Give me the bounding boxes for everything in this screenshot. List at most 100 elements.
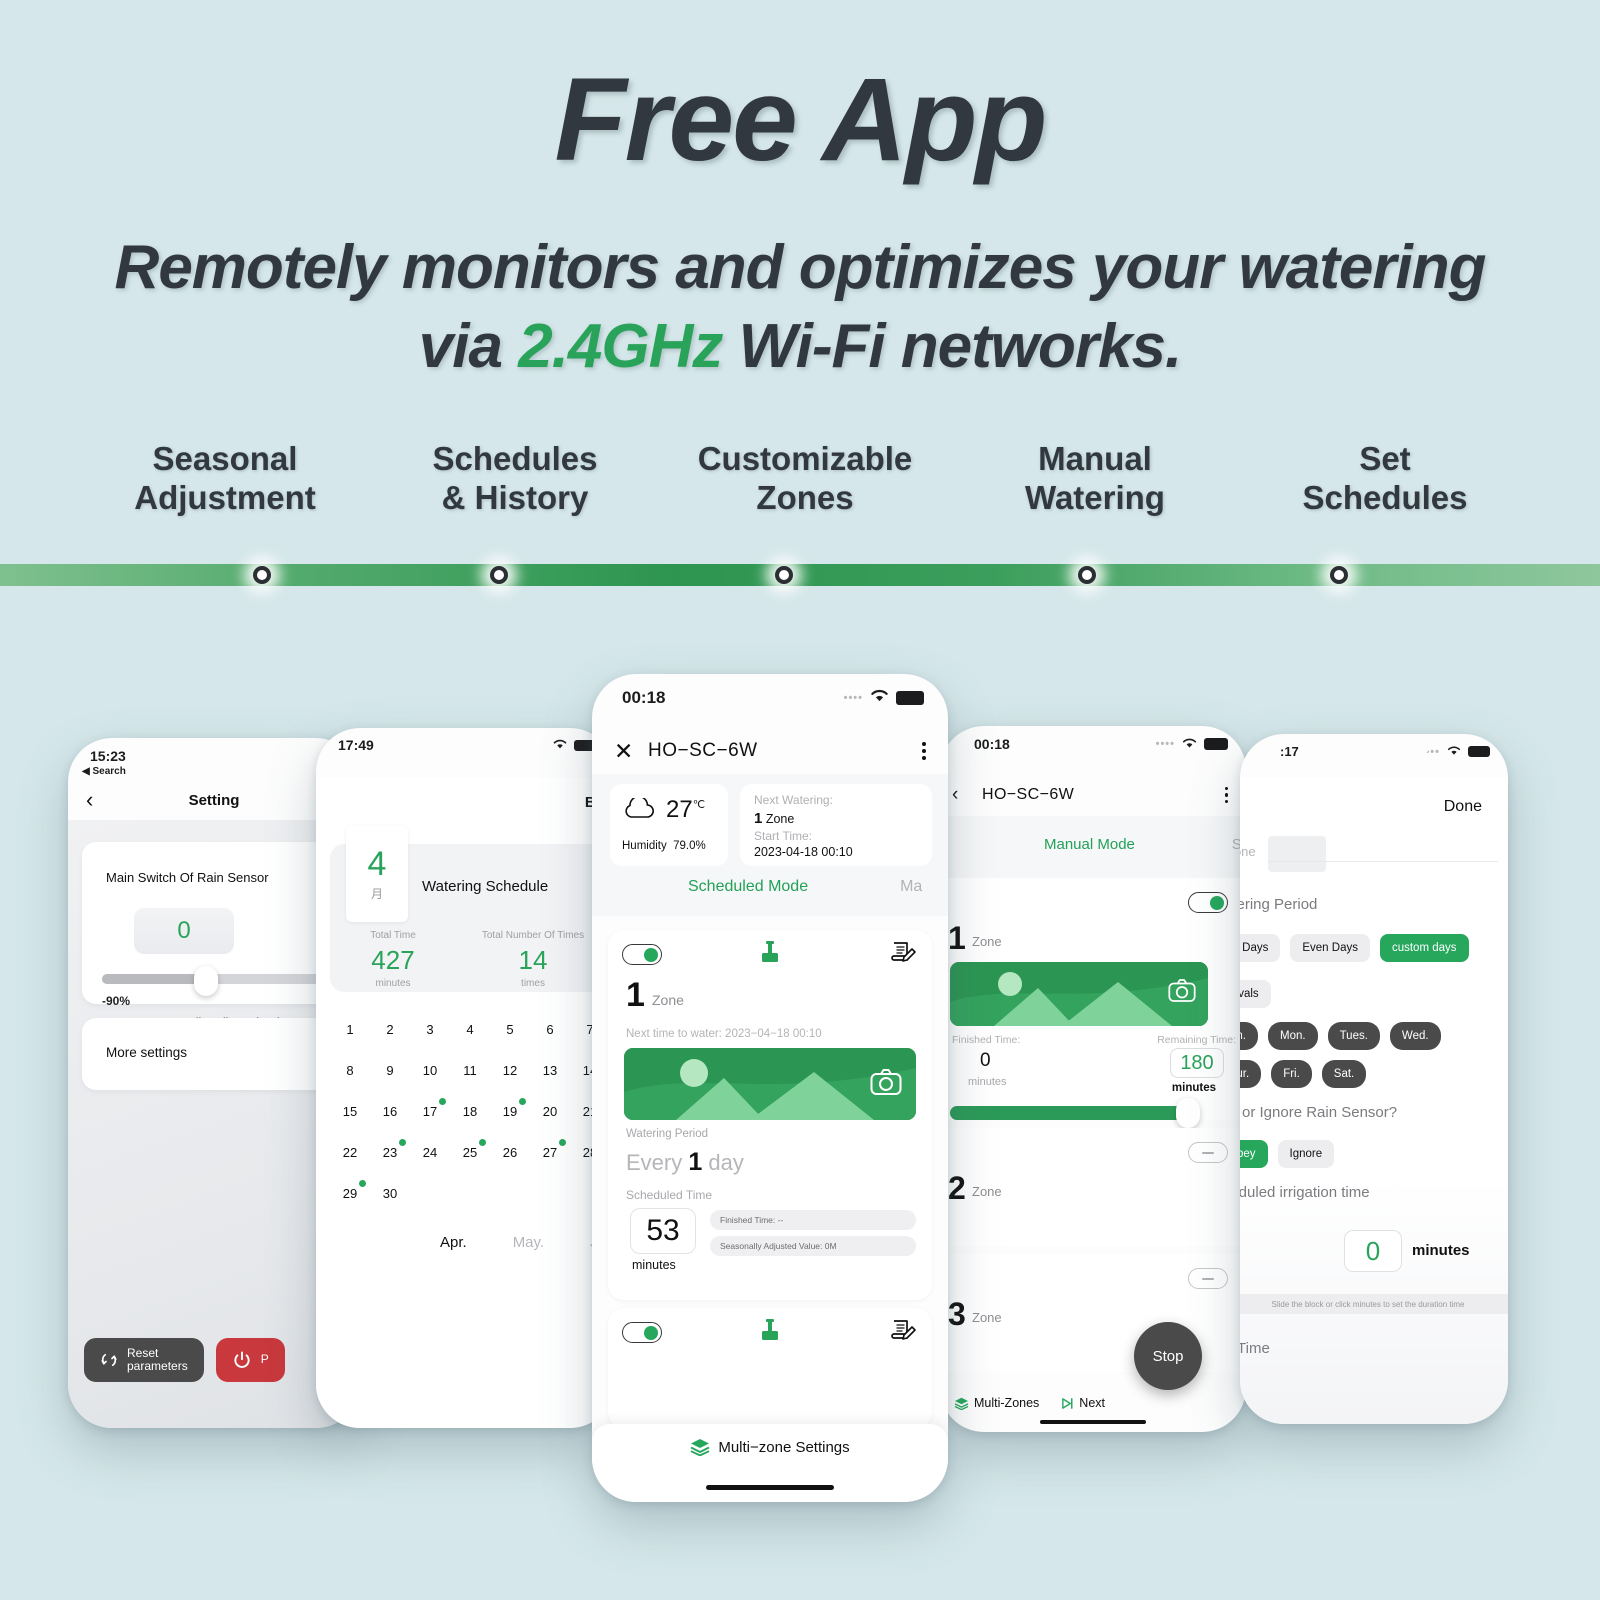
chip-weekday-tues[interactable]: Tues. <box>1327 1022 1380 1050</box>
mode-tabs[interactable]: Scheduled Mode Ma <box>592 878 948 896</box>
calendar-day[interactable]: 27 <box>530 1139 570 1166</box>
scheduled-time-label: Scheduled Time <box>626 1188 713 1202</box>
calendar-day[interactable]: 16 <box>370 1098 410 1125</box>
chip-even-days[interactable]: Even Days <box>1290 934 1370 962</box>
multi-zone-settings-button[interactable]: Multi−zone Settings <box>592 1438 948 1456</box>
weekday-row-1[interactable]: un. Mon. Tues. Wed. <box>1240 1022 1441 1050</box>
chip-custom-days[interactable]: custom days <box>1379 934 1469 962</box>
tab-manual-mode[interactable]: Manual Mode <box>1044 836 1135 853</box>
zone1-toggle[interactable] <box>1188 892 1228 913</box>
more-options-icon[interactable] <box>1224 786 1228 804</box>
weekday-row-2[interactable]: hur. Fri. Sat. <box>1240 1060 1367 1088</box>
calendar-day[interactable]: 13 <box>530 1057 570 1084</box>
seasonal-value-display[interactable]: 0 <box>134 908 234 954</box>
irrigation-minutes-value[interactable]: 0 <box>1344 1230 1402 1272</box>
feature-seasonal-adjustment: Seasonal Adjustment <box>80 440 370 518</box>
month-selector[interactable]: Apr. May. Jun. <box>330 1234 614 1251</box>
tab-scheduled-mode[interactable]: Scheduled Mode <box>688 878 808 896</box>
duration-slider-knob[interactable] <box>1176 1098 1200 1128</box>
phone-scheduled-mode-screen: 00:18 •••• ✕ HO−SC−6W 27℃ Humidity 79.0% <box>592 674 948 1502</box>
calendar-day[interactable]: 11 <box>450 1057 490 1084</box>
phone-notch <box>1317 734 1431 759</box>
calendar-day[interactable]: 30 <box>370 1180 410 1207</box>
chip-ignore[interactable]: Ignore <box>1277 1140 1335 1168</box>
refresh-icon <box>101 1353 117 1367</box>
zone-selector-row[interactable]: Zone <box>1240 836 1508 872</box>
remaining-time-value[interactable]: 180 <box>1170 1048 1224 1078</box>
calendar-day[interactable]: 18 <box>450 1098 490 1125</box>
chip-weekday-sun[interactable]: un. <box>1240 1022 1258 1050</box>
reset-parameters-button[interactable]: Reset parameters <box>84 1338 204 1382</box>
month-tab-apr[interactable]: Apr. <box>440 1234 467 1251</box>
watering-event-dot <box>559 1139 566 1146</box>
calendar-day[interactable]: 8 <box>330 1057 370 1084</box>
feature-label-line2: & History <box>441 478 589 516</box>
calendar-day[interactable]: 24 <box>410 1139 450 1166</box>
edit-schedule-icon[interactable] <box>890 940 916 971</box>
mode-tabs[interactable]: Manual Mode Sche <box>940 816 1246 878</box>
month-number: 4 <box>367 844 387 883</box>
calendar-day[interactable]: 1 <box>330 1016 370 1043</box>
battery-icon <box>1468 746 1490 757</box>
calendar-day[interactable]: 15 <box>330 1098 370 1125</box>
chip-obey[interactable]: Obey <box>1240 1140 1268 1168</box>
month-tab-may[interactable]: May. <box>513 1234 544 1251</box>
calendar-day[interactable]: 4 <box>450 1016 490 1043</box>
duration-slider-fill[interactable] <box>950 1106 1184 1120</box>
zone-number: 1 <box>626 976 645 1014</box>
chip-weekday-sat[interactable]: Sat. <box>1321 1060 1367 1088</box>
intervals-chip-row[interactable]: ervals <box>1240 980 1271 1008</box>
tab-manual-mode[interactable]: Ma <box>900 878 922 896</box>
calendar-grid[interactable]: 1 2 3 4 5 6 7 8 9 10 11 12 13 14 15 16 17 18 19 20 21 22 23 24 2… <box>330 1016 614 1221</box>
back-chevron-icon[interactable]: ‹ <box>952 784 958 806</box>
more-options-icon[interactable] <box>922 742 926 760</box>
zone2-toggle[interactable] <box>1188 1142 1228 1163</box>
zone-enable-toggle[interactable] <box>622 944 662 965</box>
zone-enable-toggle[interactable] <box>622 1322 662 1343</box>
calendar-day[interactable]: 19 <box>490 1098 530 1125</box>
chip-weekday-mon[interactable]: Mon. <box>1268 1022 1318 1050</box>
period-chip-row[interactable]: ld Days Even Days custom days <box>1240 934 1469 962</box>
ios-back-to-search[interactable]: ◀ Search <box>82 766 126 777</box>
calendar-day[interactable]: 26 <box>490 1139 530 1166</box>
calendar-day[interactable]: 5 <box>490 1016 530 1043</box>
zone-value-box[interactable] <box>1268 836 1326 872</box>
calendar-day[interactable]: 20 <box>530 1098 570 1125</box>
slider-knob[interactable] <box>194 966 218 996</box>
zone-photo-placeholder[interactable] <box>950 962 1208 1026</box>
calendar-day[interactable]: 6 <box>530 1016 570 1043</box>
close-icon[interactable]: ✕ <box>614 738 633 765</box>
done-button[interactable]: Done <box>1444 798 1482 816</box>
calendar-day[interactable]: 23 <box>370 1139 410 1166</box>
calendar-day[interactable]: 9 <box>370 1057 410 1084</box>
calendar-day[interactable]: 29 <box>330 1180 370 1207</box>
chip-weekday-wed[interactable]: Wed. <box>1389 1022 1441 1050</box>
back-chevron-icon[interactable]: ‹ <box>86 787 93 813</box>
scheduled-minutes-value[interactable]: 53 <box>630 1208 696 1254</box>
multi-zones-button[interactable]: Multi-Zones <box>954 1396 1039 1410</box>
calendar-day[interactable]: 2 <box>370 1016 410 1043</box>
calendar-day[interactable]: 10 <box>410 1057 450 1084</box>
phone-manual-mode-screen: 00:18 •••• ‹ HO−SC−6W Manual Mode Sche 1… <box>940 726 1246 1432</box>
calendar-day[interactable]: 22 <box>330 1139 370 1166</box>
chip-odd-days[interactable]: ld Days <box>1240 934 1281 962</box>
zone-photo-placeholder[interactable] <box>624 1048 916 1120</box>
feature-label-line1: Schedules <box>432 440 598 477</box>
zone3-toggle[interactable] <box>1188 1268 1228 1289</box>
chip-weekday-thur[interactable]: hur. <box>1240 1060 1262 1088</box>
bottom-bar: Multi−zone Settings <box>592 1424 948 1502</box>
calendar-day[interactable]: 3 <box>410 1016 450 1043</box>
camera-icon[interactable] <box>1168 978 1196 1003</box>
camera-icon[interactable] <box>870 1068 902 1096</box>
edit-schedule-icon[interactable] <box>890 1318 916 1349</box>
stop-button[interactable]: Stop <box>1134 1322 1202 1390</box>
power-button[interactable]: P <box>215 1338 285 1382</box>
calendar-day[interactable]: 17 <box>410 1098 450 1125</box>
rain-sensor-chip-row[interactable]: Obey Ignore <box>1240 1140 1335 1168</box>
chip-weekday-fri[interactable]: Fri. <box>1271 1060 1312 1088</box>
next-button[interactable]: Next <box>1061 1396 1105 1410</box>
calendar-day[interactable]: 12 <box>490 1057 530 1084</box>
chip-intervals[interactable]: ervals <box>1240 980 1271 1008</box>
layers-icon <box>954 1397 969 1410</box>
calendar-day[interactable]: 25 <box>450 1139 490 1166</box>
